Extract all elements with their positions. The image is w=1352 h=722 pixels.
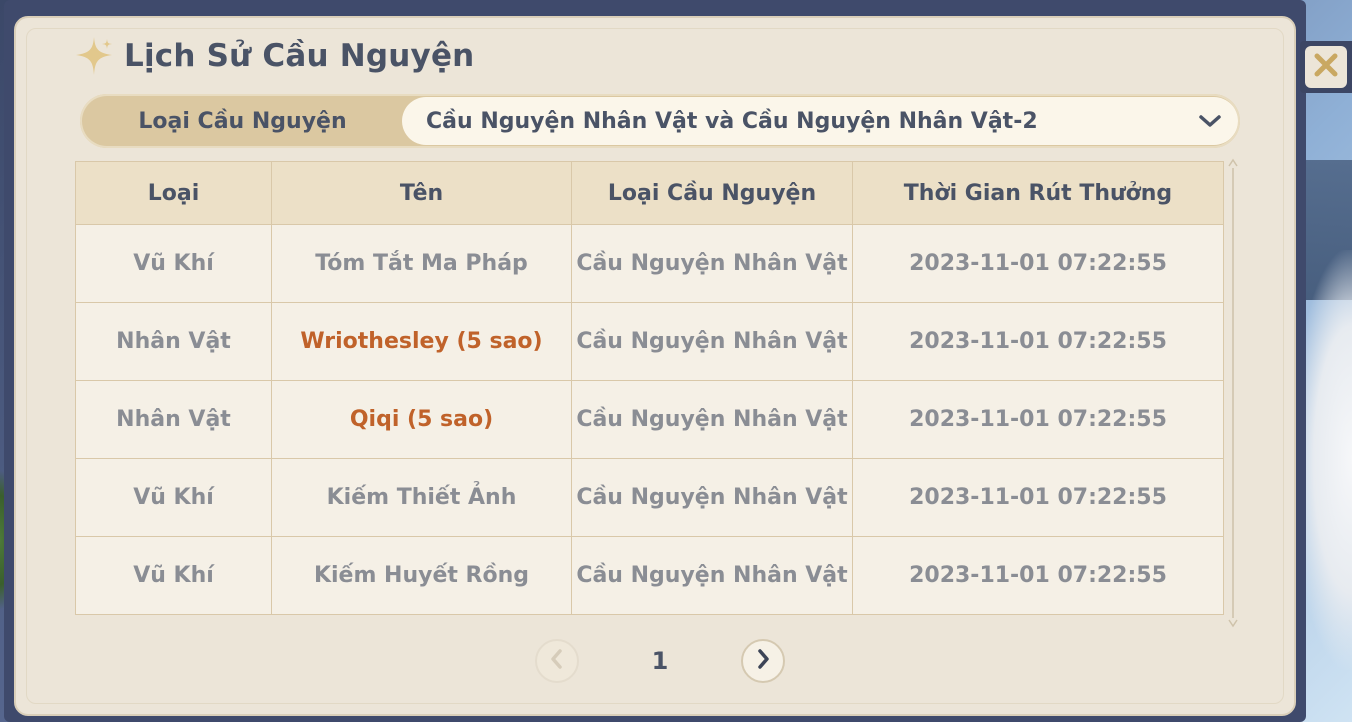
title-row: Lịch Sử Cầu Nguyện bbox=[74, 32, 474, 80]
wish-type-selector[interactable]: Loại Cầu Nguyện Cầu Nguyện Nhân Vật và C… bbox=[80, 94, 1240, 148]
prev-page-button[interactable] bbox=[535, 639, 579, 683]
pagination: 1 bbox=[535, 638, 787, 684]
table-scrollbar[interactable] bbox=[1228, 158, 1238, 628]
cell-time: 2023-11-01 07:22:55 bbox=[852, 302, 1224, 381]
wish-type-selected: Cầu Nguyện Nhân Vật và Cầu Nguyện Nhân V… bbox=[426, 108, 1038, 134]
cell-name: Kiếm Huyết Rồng bbox=[271, 536, 572, 615]
scroll-up-icon bbox=[1228, 158, 1238, 167]
cell-type: Vũ Khí bbox=[75, 458, 272, 537]
cell-wish-type: Cầu Nguyện Nhân Vật bbox=[571, 224, 853, 303]
cell-wish-type: Cầu Nguyện Nhân Vật bbox=[571, 380, 853, 459]
cell-time: 2023-11-01 07:22:55 bbox=[852, 380, 1224, 459]
cell-type: Vũ Khí bbox=[75, 536, 272, 615]
cell-time: 2023-11-01 07:22:55 bbox=[852, 224, 1224, 303]
cell-name: Kiếm Thiết Ảnh bbox=[271, 458, 572, 537]
close-button[interactable] bbox=[1300, 41, 1352, 93]
cell-wish-type: Cầu Nguyện Nhân Vật bbox=[571, 302, 853, 381]
cell-name-five-star: Wriothesley (5 sao) bbox=[271, 302, 572, 381]
wish-type-label: Loại Cầu Nguyện bbox=[138, 108, 347, 134]
table-row: Vũ Khí Kiếm Thiết Ảnh Cầu Nguyện Nhân Vậ… bbox=[75, 458, 1224, 537]
cell-wish-type: Cầu Nguyện Nhân Vật bbox=[571, 536, 853, 615]
scroll-down-icon bbox=[1228, 619, 1238, 628]
chevron-right-icon bbox=[753, 647, 773, 675]
cell-wish-type: Cầu Nguyện Nhân Vật bbox=[571, 458, 853, 537]
cell-type: Nhân Vật bbox=[75, 302, 272, 381]
wish-history-table: Loại Tên Loại Cầu Nguyện Thời Gian Rút T… bbox=[75, 161, 1224, 615]
column-header-type: Loại bbox=[75, 161, 272, 225]
wish-type-dropdown[interactable]: Cầu Nguyện Nhân Vật và Cầu Nguyện Nhân V… bbox=[402, 97, 1238, 145]
chevron-left-icon bbox=[547, 647, 567, 675]
cell-name: Tóm Tắt Ma Pháp bbox=[271, 224, 572, 303]
cell-time: 2023-11-01 07:22:55 bbox=[852, 458, 1224, 537]
table-row: Vũ Khí Tóm Tắt Ma Pháp Cầu Nguyện Nhân V… bbox=[75, 224, 1224, 303]
scrollbar-track bbox=[1232, 168, 1234, 618]
column-header-time: Thời Gian Rút Thưởng bbox=[852, 161, 1224, 225]
chevron-down-icon bbox=[1182, 111, 1238, 131]
table-row: Nhân Vật Wriothesley (5 sao) Cầu Nguyện … bbox=[75, 302, 1224, 381]
page-title: Lịch Sử Cầu Nguyện bbox=[124, 38, 475, 74]
column-header-wish-type: Loại Cầu Nguyện bbox=[571, 161, 853, 225]
column-header-name: Tên bbox=[271, 161, 572, 225]
cell-name-five-star: Qiqi (5 sao) bbox=[271, 380, 572, 459]
table-row: Vũ Khí Kiếm Huyết Rồng Cầu Nguyện Nhân V… bbox=[75, 536, 1224, 615]
table-header-row: Loại Tên Loại Cầu Nguyện Thời Gian Rút T… bbox=[75, 161, 1224, 225]
table-row: Nhân Vật Qiqi (5 sao) Cầu Nguyện Nhân Vậ… bbox=[75, 380, 1224, 459]
cell-type: Nhân Vật bbox=[75, 380, 272, 459]
cell-type: Vũ Khí bbox=[75, 224, 272, 303]
sparkle-icon bbox=[74, 35, 116, 77]
current-page-number: 1 bbox=[651, 647, 669, 675]
next-page-button[interactable] bbox=[741, 639, 785, 683]
cell-time: 2023-11-01 07:22:55 bbox=[852, 536, 1224, 615]
close-icon bbox=[1312, 51, 1340, 83]
